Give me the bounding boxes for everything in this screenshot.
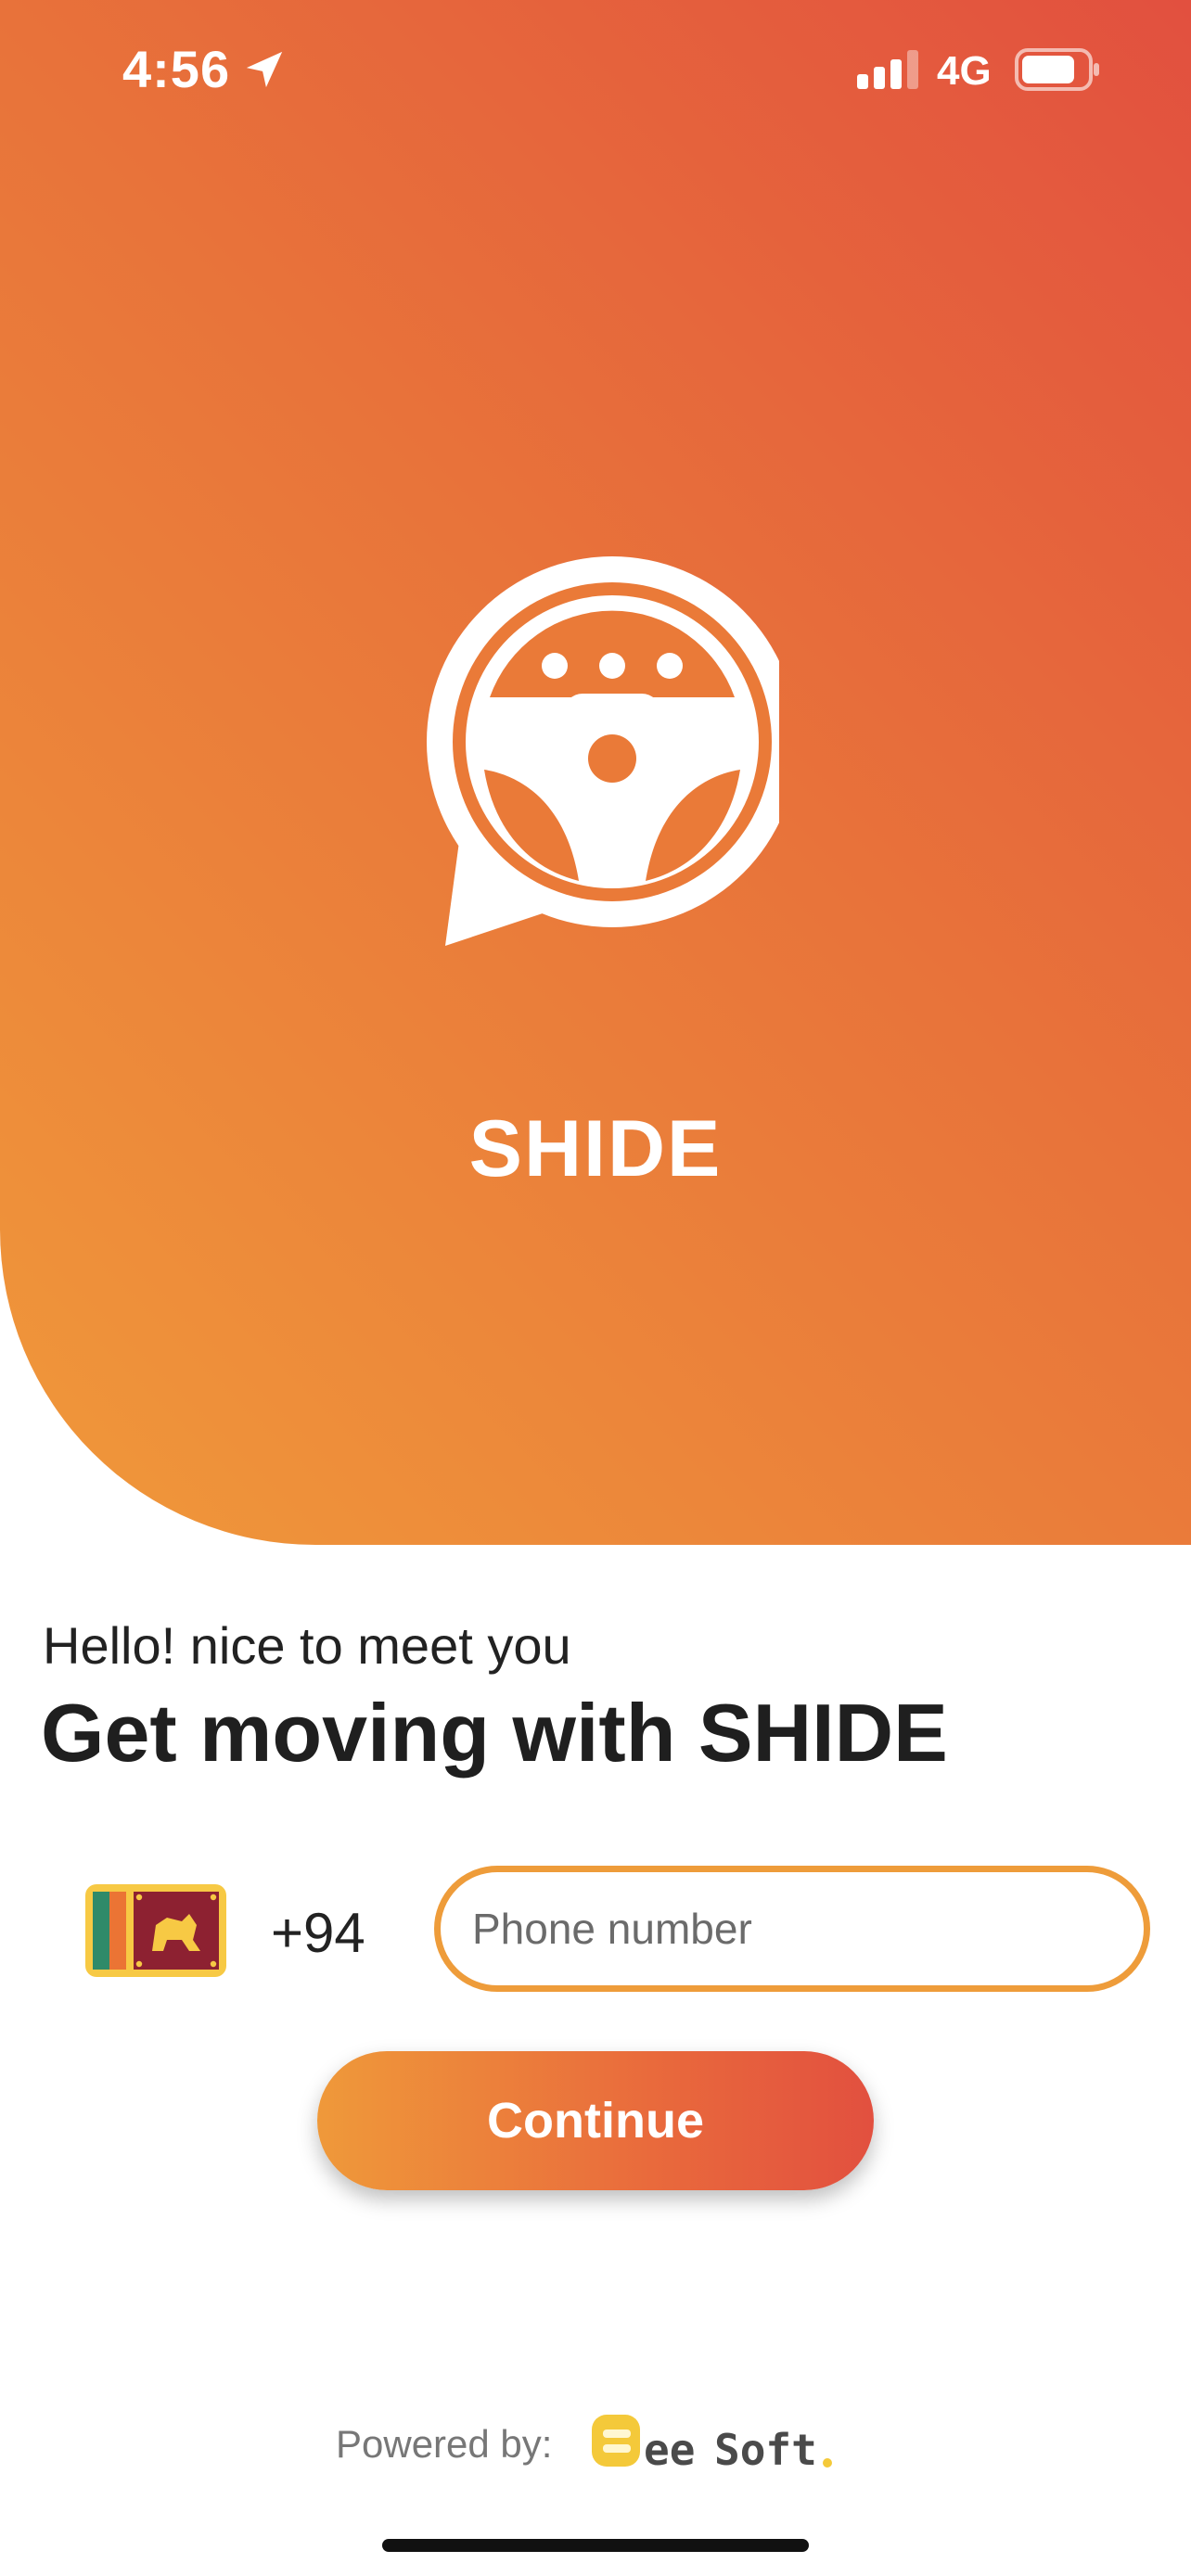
country-code[interactable]: +94 xyxy=(271,1901,365,1965)
network-type: 4G xyxy=(937,48,992,94)
location-arrow-icon xyxy=(246,51,283,88)
sri-lanka-flag-icon[interactable] xyxy=(85,1884,226,1977)
powered-by-label: Powered by: xyxy=(336,2422,553,2466)
headline: Get moving with SHIDE xyxy=(41,1687,948,1779)
home-indicator[interactable] xyxy=(382,2539,809,2552)
app-name: SHIDE xyxy=(468,1104,723,1193)
svg-text:Soft: Soft xyxy=(714,2425,817,2475)
steering-wheel-chat-bubble-icon xyxy=(427,556,779,946)
battery-icon xyxy=(1015,48,1099,91)
status-bar: 4:56 4G xyxy=(0,0,1191,139)
status-time: 4:56 xyxy=(122,40,231,98)
continue-button[interactable]: Continue xyxy=(317,2051,874,2190)
signal-bars-icon xyxy=(857,50,918,89)
svg-text:ee: ee xyxy=(644,2425,695,2475)
phone-number-input[interactable] xyxy=(434,1866,1150,1992)
bee-soft-logo: ee Soft xyxy=(592,2415,832,2475)
greeting-text: Hello! nice to meet you xyxy=(43,1616,571,1675)
